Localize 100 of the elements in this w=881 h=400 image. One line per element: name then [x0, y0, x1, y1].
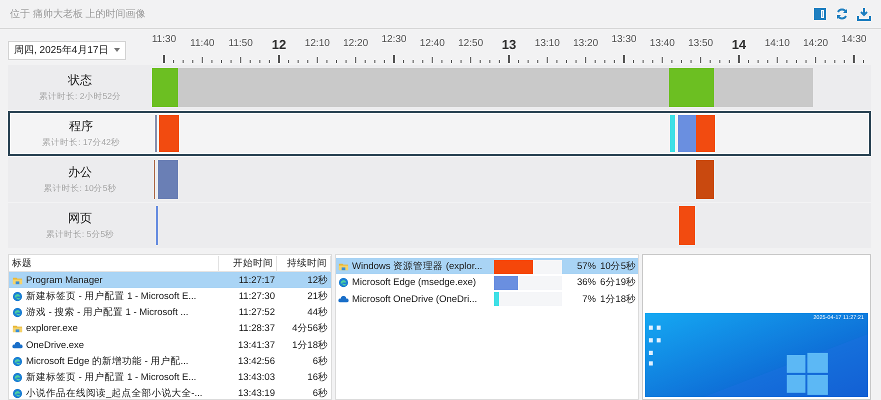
axis-label: 12:50 — [458, 38, 484, 49]
column-header[interactable]: 开始时间 — [219, 256, 277, 272]
table-cell: Microsoft OneDrive (OneDri... — [352, 294, 478, 305]
date-dropdown[interactable]: 周四, 2025年4月17日 — [8, 40, 126, 60]
table-cell-text: 10分5秒 — [599, 260, 637, 274]
table-cell-text: 11:27:52 — [238, 307, 276, 318]
browser-icon — [12, 388, 23, 399]
timeline-lane[interactable]: 状态 累计时长: 2小时52分 — [8, 65, 871, 110]
axis-label: 14 — [732, 37, 746, 52]
table-cell-text: 21秒 — [306, 290, 329, 304]
axis-label: 11:50 — [228, 38, 253, 49]
table-cell: Microsoft Edge (msedge.exe) — [352, 277, 476, 288]
lane-total: 累计时长: 10分5秒 — [44, 183, 116, 195]
event-row[interactable]: 新建标签页 - 用户配置 1 - Microsoft E... 13:43:03 16秒 — [9, 368, 331, 385]
table-cell: 新建标签页 - 用户配置 1 - Microsoft E... — [26, 370, 196, 384]
column-header[interactable]: 标题 — [9, 256, 219, 272]
table-cell: Windows 资源管理器 (explor... — [352, 260, 482, 274]
lane-total: 累计时长: 17分42秒 — [42, 137, 120, 149]
activity-bar — [678, 115, 696, 152]
activity-bar — [670, 115, 675, 152]
event-row[interactable]: 新建标签页 - 用户配置 1 - Microsoft E... 11:27:30 21秒 — [9, 288, 331, 304]
caret-icon — [114, 48, 120, 52]
table-cell: Microsoft Edge 的新增功能 - 用户配... — [26, 354, 188, 368]
cloud-icon — [338, 294, 349, 305]
axis-label: 12:40 — [420, 38, 445, 49]
table-cell-text: 13:42:56 — [237, 356, 276, 367]
app-row[interactable]: Windows 资源管理器 (explor... 57% 10分5秒 — [336, 258, 638, 274]
lane-name: 办公 — [68, 164, 92, 181]
axis-label: 11:30 — [152, 34, 176, 45]
cloud-icon — [12, 340, 23, 351]
table-cell-text: 6秒 — [312, 354, 329, 368]
axis-label: 13:20 — [573, 38, 598, 49]
event-row[interactable]: OneDrive.exe 13:41:37 1分18秒 — [9, 336, 331, 353]
lane-name: 状态 — [68, 72, 92, 89]
table-cell-text: 6分19秒 — [599, 276, 637, 290]
folder-icon — [12, 323, 23, 334]
event-row[interactable]: 游戏 - 搜索 - 用户配置 1 - Microsoft ... 11:27:52 44秒 — [9, 304, 331, 320]
activity-bar — [158, 160, 178, 199]
table-cell: Program Manager — [26, 275, 103, 286]
table-cell-text: 11:27:17 — [238, 275, 276, 286]
axis-label: 13 — [502, 37, 516, 52]
browser-icon — [12, 372, 23, 383]
table-cell-text: 44秒 — [306, 306, 329, 320]
lane-name: 网页 — [68, 210, 92, 227]
table-cell: 游戏 - 搜索 - 用户配置 1 - Microsoft ... — [26, 306, 188, 320]
timeline-lane[interactable]: 网页 累计时长: 5分5秒 — [8, 203, 871, 248]
table-cell: 小说作品在线阅读_起点全部小说大全-... — [26, 386, 202, 399]
lane-total: 累计时长: 2小时52分 — [39, 91, 121, 103]
lane-name: 程序 — [69, 118, 93, 135]
panel-icon[interactable] — [813, 7, 827, 21]
axis-label: 13:50 — [688, 38, 714, 49]
folder-icon — [338, 261, 349, 272]
axis-label: 12:10 — [304, 38, 330, 49]
app-row[interactable]: Microsoft OneDrive (OneDri... 7% 1分18秒 — [336, 290, 638, 307]
event-row[interactable]: 小说作品在线阅读_起点全部小说大全-... 13:43:19 6秒 — [9, 384, 331, 399]
table-cell-text: 4分56秒 — [291, 322, 329, 336]
browser-icon — [12, 356, 23, 367]
timeline-lane[interactable]: 程序 累计时长: 17分42秒 — [8, 111, 871, 156]
table-cell-text: 36% — [576, 277, 596, 288]
axis-label: 13:10 — [534, 38, 560, 49]
page-title: 位于 痛帅大老板 上的时间画像 — [10, 8, 146, 21]
axis-label: 12:20 — [343, 38, 368, 49]
table-cell: explorer.exe — [26, 323, 78, 334]
table-cell-text: 7% — [581, 294, 596, 305]
activity-bar — [696, 115, 715, 152]
axis-label: 14:10 — [764, 38, 790, 49]
table-cell-text: 1分18秒 — [599, 292, 637, 306]
activity-bar — [159, 115, 179, 152]
activity-bar — [679, 206, 695, 245]
column-header[interactable]: 持续时间 — [277, 256, 331, 272]
download-icon[interactable] — [857, 7, 871, 21]
axis-label: 11:40 — [190, 38, 214, 49]
table-cell-text: 1分18秒 — [291, 338, 329, 352]
table-cell-text: 11:27:30 — [238, 291, 276, 302]
activity-bar — [696, 160, 714, 199]
axis-label: 12:30 — [381, 34, 406, 45]
axis-label: 12 — [272, 37, 286, 52]
axis-label: 13:30 — [611, 34, 636, 45]
axis-label: 14:20 — [803, 38, 828, 49]
table-cell-text: 57% — [576, 261, 596, 272]
event-row[interactable]: Program Manager 11:27:17 12秒 — [9, 272, 331, 288]
table-cell-text: 11:28:37 — [238, 323, 276, 334]
axis-label: 14:30 — [841, 34, 866, 45]
table-cell-text: 13:43:19 — [237, 388, 276, 399]
browser-icon — [12, 307, 23, 318]
lane-total: 累计时长: 5分5秒 — [46, 229, 114, 241]
table-cell-text: 13:43:03 — [237, 372, 276, 383]
app-row[interactable]: Microsoft Edge (msedge.exe) 36% 6分19秒 — [336, 274, 638, 291]
table-cell: 新建标签页 - 用户配置 1 - Microsoft E... — [26, 290, 196, 304]
table-cell-text: 12秒 — [306, 274, 329, 288]
table-cell-text: 6秒 — [312, 386, 329, 399]
table-cell-text: 13:41:37 — [237, 340, 276, 351]
event-row[interactable]: explorer.exe 11:28:37 4分56秒 — [9, 320, 331, 336]
browser-icon — [12, 291, 23, 302]
browser-icon — [338, 277, 349, 288]
event-row[interactable]: Microsoft Edge 的新增功能 - 用户配... 13:42:56 6秒 — [9, 352, 331, 369]
timeline-lane[interactable]: 办公 累计时长: 10分5秒 — [8, 157, 871, 202]
table-cell: OneDrive.exe — [26, 340, 84, 351]
refresh-icon[interactable] — [835, 7, 849, 21]
folder-icon — [12, 275, 23, 286]
